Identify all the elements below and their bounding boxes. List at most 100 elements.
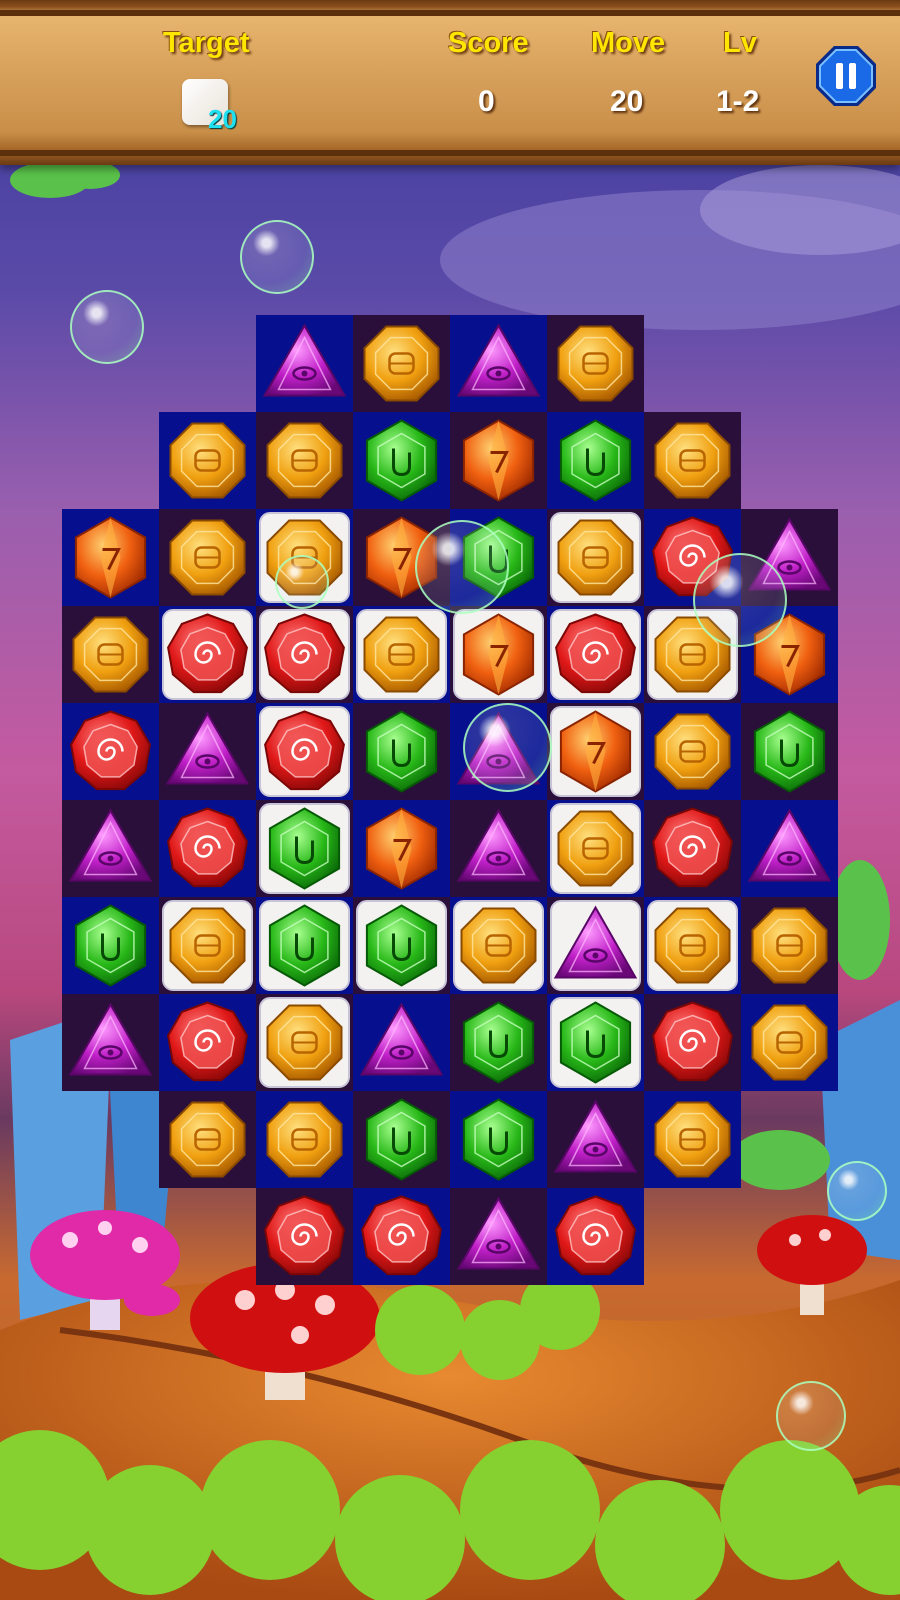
board-cell[interactable] xyxy=(547,1091,644,1188)
board-cell[interactable] xyxy=(62,703,159,800)
red-gem-icon[interactable] xyxy=(70,710,151,791)
board-cell[interactable] xyxy=(547,994,644,1091)
board-cell[interactable] xyxy=(450,800,547,897)
orange-gem-icon[interactable] xyxy=(266,1101,343,1178)
board-cell[interactable] xyxy=(547,606,644,703)
board-cell[interactable] xyxy=(450,412,547,509)
board-cell[interactable] xyxy=(353,994,450,1091)
board-cell[interactable] xyxy=(741,897,838,994)
orange-gem-icon[interactable] xyxy=(654,907,731,984)
board-cell[interactable] xyxy=(62,897,159,994)
board-cell[interactable] xyxy=(644,1091,741,1188)
board-cell[interactable] xyxy=(644,703,741,800)
red-gem-icon[interactable] xyxy=(555,613,636,694)
board-cell[interactable] xyxy=(353,412,450,509)
bubble-icon xyxy=(275,555,329,609)
board-cell[interactable] xyxy=(256,1188,353,1285)
board-cell[interactable] xyxy=(62,800,159,897)
red-gem-icon[interactable] xyxy=(361,1195,442,1276)
orange-gem-icon[interactable] xyxy=(363,325,440,402)
board-cell[interactable] xyxy=(353,1091,450,1188)
red-gem-icon[interactable] xyxy=(555,1195,636,1276)
red-gem-icon[interactable] xyxy=(167,1001,248,1082)
orange-gem-icon[interactable] xyxy=(557,325,634,402)
orange-gem-icon[interactable] xyxy=(751,907,828,984)
board-cell[interactable] xyxy=(353,897,450,994)
board-cell[interactable] xyxy=(450,1091,547,1188)
orange-gem-icon[interactable] xyxy=(363,616,440,693)
red-gem-icon[interactable] xyxy=(264,1195,345,1276)
red-gem-icon[interactable] xyxy=(167,807,248,888)
board-cell[interactable] xyxy=(62,509,159,606)
orange-gem-icon[interactable] xyxy=(557,810,634,887)
orange-gem-icon[interactable] xyxy=(654,713,731,790)
bubble-icon xyxy=(463,703,552,792)
orange-gem-icon[interactable] xyxy=(169,1101,246,1178)
board-cell[interactable] xyxy=(256,897,353,994)
board-cell[interactable] xyxy=(256,703,353,800)
orange-gem-icon[interactable] xyxy=(557,519,634,596)
board-cell[interactable] xyxy=(159,800,256,897)
red-gem-icon[interactable] xyxy=(264,710,345,791)
board-cell[interactable] xyxy=(62,994,159,1091)
board-cell[interactable] xyxy=(353,315,450,412)
bubble-icon xyxy=(776,1381,846,1451)
board-cell[interactable] xyxy=(644,994,741,1091)
board-cell[interactable] xyxy=(450,897,547,994)
board-cell[interactable] xyxy=(450,315,547,412)
board-cell[interactable] xyxy=(644,897,741,994)
board-cell[interactable] xyxy=(644,412,741,509)
red-gem-icon[interactable] xyxy=(652,1001,733,1082)
orange-gem-icon[interactable] xyxy=(169,519,246,596)
board-cell[interactable] xyxy=(547,412,644,509)
board-cell[interactable] xyxy=(644,800,741,897)
board-cell[interactable] xyxy=(353,800,450,897)
board-cell[interactable] xyxy=(547,509,644,606)
board-cell[interactable] xyxy=(353,1188,450,1285)
bubble-icon xyxy=(70,290,144,364)
bubble-icon xyxy=(240,220,314,294)
orange-gem-icon[interactable] xyxy=(751,1004,828,1081)
red-gem-icon[interactable] xyxy=(264,613,345,694)
game-board[interactable] xyxy=(0,0,900,1600)
board-cell[interactable] xyxy=(450,994,547,1091)
board-cell[interactable] xyxy=(159,606,256,703)
board-cell[interactable] xyxy=(450,606,547,703)
board-cell[interactable] xyxy=(159,897,256,994)
red-gem-icon[interactable] xyxy=(652,807,733,888)
board-cell[interactable] xyxy=(256,994,353,1091)
board-cell[interactable] xyxy=(353,703,450,800)
red-gem-icon[interactable] xyxy=(167,613,248,694)
orange-gem-icon[interactable] xyxy=(654,1101,731,1178)
board-cell[interactable] xyxy=(547,315,644,412)
orange-gem-icon[interactable] xyxy=(266,422,343,499)
orange-gem-icon[interactable] xyxy=(72,616,149,693)
board-cell[interactable] xyxy=(547,1188,644,1285)
board-cell[interactable] xyxy=(159,1091,256,1188)
board-cell[interactable] xyxy=(159,703,256,800)
board-cell[interactable] xyxy=(547,897,644,994)
orange-gem-icon[interactable] xyxy=(266,1004,343,1081)
board-cell[interactable] xyxy=(547,800,644,897)
orange-gem-icon[interactable] xyxy=(169,422,246,499)
board-cell[interactable] xyxy=(159,412,256,509)
board-cell[interactable] xyxy=(256,800,353,897)
board-cell[interactable] xyxy=(741,994,838,1091)
board-cell[interactable] xyxy=(741,800,838,897)
orange-gem-icon[interactable] xyxy=(460,907,537,984)
board-cell[interactable] xyxy=(256,315,353,412)
orange-gem-icon[interactable] xyxy=(169,907,246,984)
board-cell[interactable] xyxy=(256,606,353,703)
board-cell[interactable] xyxy=(62,606,159,703)
board-cell[interactable] xyxy=(353,606,450,703)
board-cell[interactable] xyxy=(547,703,644,800)
board-cell[interactable] xyxy=(256,412,353,509)
bubble-icon xyxy=(693,553,787,647)
board-cell[interactable] xyxy=(741,703,838,800)
board-cell[interactable] xyxy=(159,994,256,1091)
board-cell[interactable] xyxy=(159,509,256,606)
bubble-icon xyxy=(415,520,509,614)
board-cell[interactable] xyxy=(450,1188,547,1285)
board-cell[interactable] xyxy=(256,1091,353,1188)
orange-gem-icon[interactable] xyxy=(654,422,731,499)
